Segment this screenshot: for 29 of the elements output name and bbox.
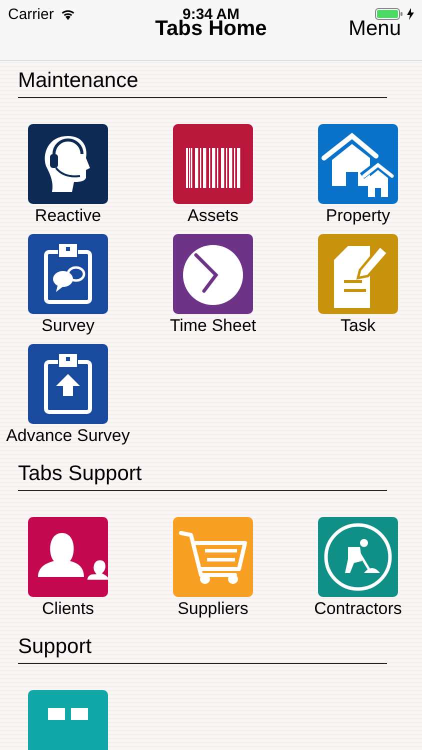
barcode-icon	[173, 124, 253, 204]
app-tile[interactable]: Suppliers	[173, 517, 253, 627]
menu-button[interactable]: Menu	[348, 17, 401, 41]
headset-person-icon	[28, 124, 108, 204]
clock-icon	[172, 234, 253, 314]
section-heading: Support	[18, 633, 387, 664]
section-heading: Tabs Support	[18, 460, 387, 491]
app-tile[interactable]: Contractors	[314, 517, 402, 627]
app-tile[interactable]: Task	[318, 234, 398, 344]
app-tile[interactable]: Advance Survey	[6, 344, 130, 454]
worker-digging-icon	[318, 517, 398, 597]
app-tile[interactable]: Clients	[28, 517, 108, 627]
houses-icon	[318, 124, 398, 204]
wifi-icon	[60, 8, 76, 20]
app-tile[interactable]: Time Sheet	[170, 234, 256, 344]
shopping-cart-icon	[173, 517, 253, 597]
carrier-name: Carrier	[8, 6, 54, 22]
app-tile[interactable]: Property	[318, 124, 398, 234]
app-tile[interactable]: Assets	[173, 124, 253, 234]
app-tile[interactable]: Survey	[28, 234, 108, 344]
app-tile[interactable]: Reactive	[28, 124, 108, 234]
clipboard-upload-icon	[28, 344, 108, 424]
charging-bolt-icon	[407, 8, 414, 20]
document-pencil-icon	[318, 234, 398, 314]
people-icon	[28, 517, 108, 597]
battery-icon	[375, 8, 403, 20]
section-heading: Maintenance	[18, 67, 387, 98]
clipboard-chat-icon	[28, 234, 108, 314]
grid-icon	[28, 690, 108, 750]
